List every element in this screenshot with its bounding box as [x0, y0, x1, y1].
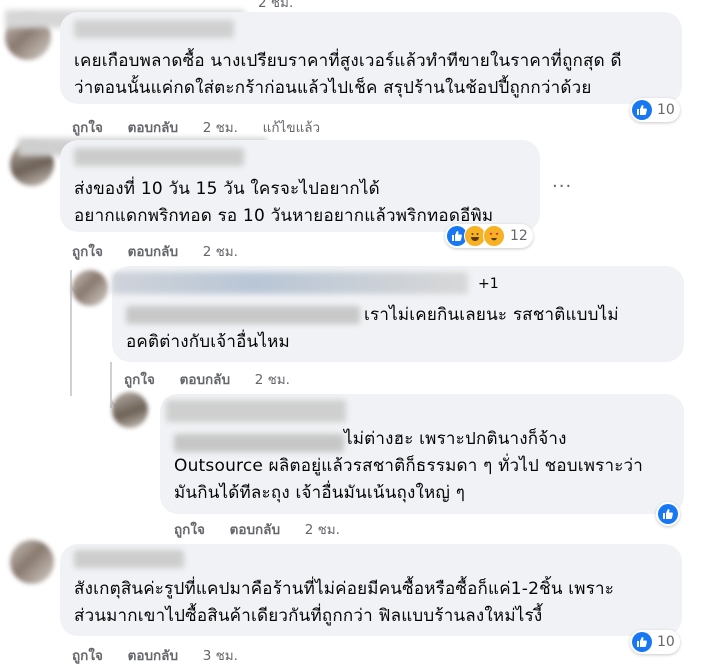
more-options-icon[interactable]: ··· — [552, 176, 572, 197]
like-reaction-icon — [632, 100, 652, 120]
comment-timestamp[interactable]: 2 ชม. — [305, 518, 340, 540]
reply-button[interactable]: ตอบกลับ — [128, 240, 178, 262]
comment-text-line: ว่าตอนนั้นแค่กดใส่ตะกร้าก่อนแล้วไปเช็ค ส… — [74, 78, 592, 98]
blurred-commenter-name — [74, 148, 244, 166]
comment-bubble: เคยเกือบพลาดซื้อ นางเปรียบราคาที่สูงเวอร… — [60, 12, 682, 104]
comment-actions: ถูกใจ ตอบกลับ 3 ชม. — [72, 644, 258, 666]
like-button[interactable]: ถูกใจ — [174, 518, 205, 540]
reaction-summary[interactable]: 12 — [445, 224, 533, 248]
avatar[interactable] — [10, 540, 54, 584]
comment-text-line: ไม่ต่างฮะ เพราะปกตินางก็จ้าง — [344, 429, 567, 449]
comment-text-line: อคติต่างกับเจ้าอื่นไหม — [126, 332, 290, 352]
comment-text-line: เคยเกือบพลาดซื้อ นางเปรียบราคาที่สูงเวอร… — [74, 51, 622, 71]
comment-bubble: ส่งของที่ 10 วัน 15 วัน ใครจะไปอยากได้ อ… — [60, 140, 540, 232]
comment-text-line: Outsource ผลิตอยู่แล้วรสชาติก็ธรรมดา ๆ ท… — [174, 456, 644, 476]
comment-timestamp[interactable]: 2 ชม. — [203, 240, 238, 262]
comment-actions: ถูกใจ ตอบกลับ 2 ชม. — [124, 368, 310, 390]
blurred-commenter-name — [74, 20, 234, 38]
like-button[interactable]: ถูกใจ — [72, 644, 103, 666]
reaction-count: 10 — [657, 634, 675, 650]
comment-actions: ถูกใจ ตอบกลับ 2 ชม. — [174, 518, 360, 540]
comment-text-line: ส่งของที่ 10 วัน 15 วัน ใครจะไปอยากได้ — [74, 179, 380, 199]
comment-text-line: ส่วนมากเขาไปซื้อสินค้าเดียวกันที่ถูกกว่า… — [74, 606, 543, 626]
like-button[interactable]: ถูกใจ — [124, 368, 155, 390]
blurred-commenter-name — [112, 272, 468, 294]
like-button[interactable]: ถูกใจ — [72, 116, 103, 138]
comment-text-line: สังเกตุสินค่ะรูปที่แคปมาคือร้านที่ไม่ค่อ… — [74, 579, 615, 599]
blurred-text — [174, 434, 344, 452]
comment-bubble: ไม่ต่างฮะ เพราะปกตินางก็จ้าง Outsource ผ… — [160, 394, 684, 514]
love-face-reaction-icon — [483, 225, 505, 247]
avatar[interactable] — [112, 392, 148, 428]
reply-button[interactable]: ตอบกลับ — [230, 518, 280, 540]
comment-text-line: มันกินได้ทีละถุง เจ้าอื่นมันเน้นถุงใหญ่ … — [174, 483, 466, 503]
like-reaction-icon — [632, 632, 652, 652]
reaction-summary[interactable]: 10 — [630, 630, 680, 654]
comment-bubble: สังเกตุสินค่ะรูปที่แคปมาคือร้านที่ไม่ค่อ… — [60, 544, 682, 636]
blurred-text — [126, 306, 360, 324]
edited-label[interactable]: แก้ไขแล้ว — [263, 116, 320, 138]
comment-timestamp[interactable]: 3 ชม. — [203, 644, 238, 666]
reply-button[interactable]: ตอบกลับ — [128, 644, 178, 666]
reaction-count: 12 — [510, 228, 528, 244]
avatar[interactable] — [72, 270, 108, 306]
reaction-summary[interactable] — [656, 502, 680, 526]
comment-actions: ถูกใจ ตอบกลับ 2 ชม. — [72, 240, 258, 262]
comment-text-line: อยากแดกพริกทอด รอ 10 วันหายอยากแล้วพริกท… — [74, 206, 494, 226]
name-plus-label: +1 — [478, 276, 499, 292]
comment-bubble: +1 เราไม่เคยกินเลยนะ รสชาติแบบไม่ อคติต่… — [112, 266, 684, 362]
reaction-count: 10 — [657, 102, 675, 118]
blurred-commenter-name — [74, 550, 184, 568]
like-reaction-icon — [658, 504, 678, 524]
reaction-summary[interactable]: 10 — [630, 98, 680, 122]
blurred-commenter-name — [166, 400, 346, 422]
comment-timestamp[interactable]: 2 ชม. — [255, 368, 290, 390]
like-button[interactable]: ถูกใจ — [72, 240, 103, 262]
comment-timestamp[interactable]: 2 ชม. — [203, 116, 238, 138]
reply-button[interactable]: ตอบกลับ — [128, 116, 178, 138]
comment-actions: ถูกใจ ตอบกลับ 2 ชม. แก้ไขแล้ว — [72, 116, 340, 138]
reply-button[interactable]: ตอบกลับ — [180, 368, 230, 390]
comment-text-line: เราไม่เคยกินเลยนะ รสชาติแบบไม่ — [364, 305, 619, 325]
